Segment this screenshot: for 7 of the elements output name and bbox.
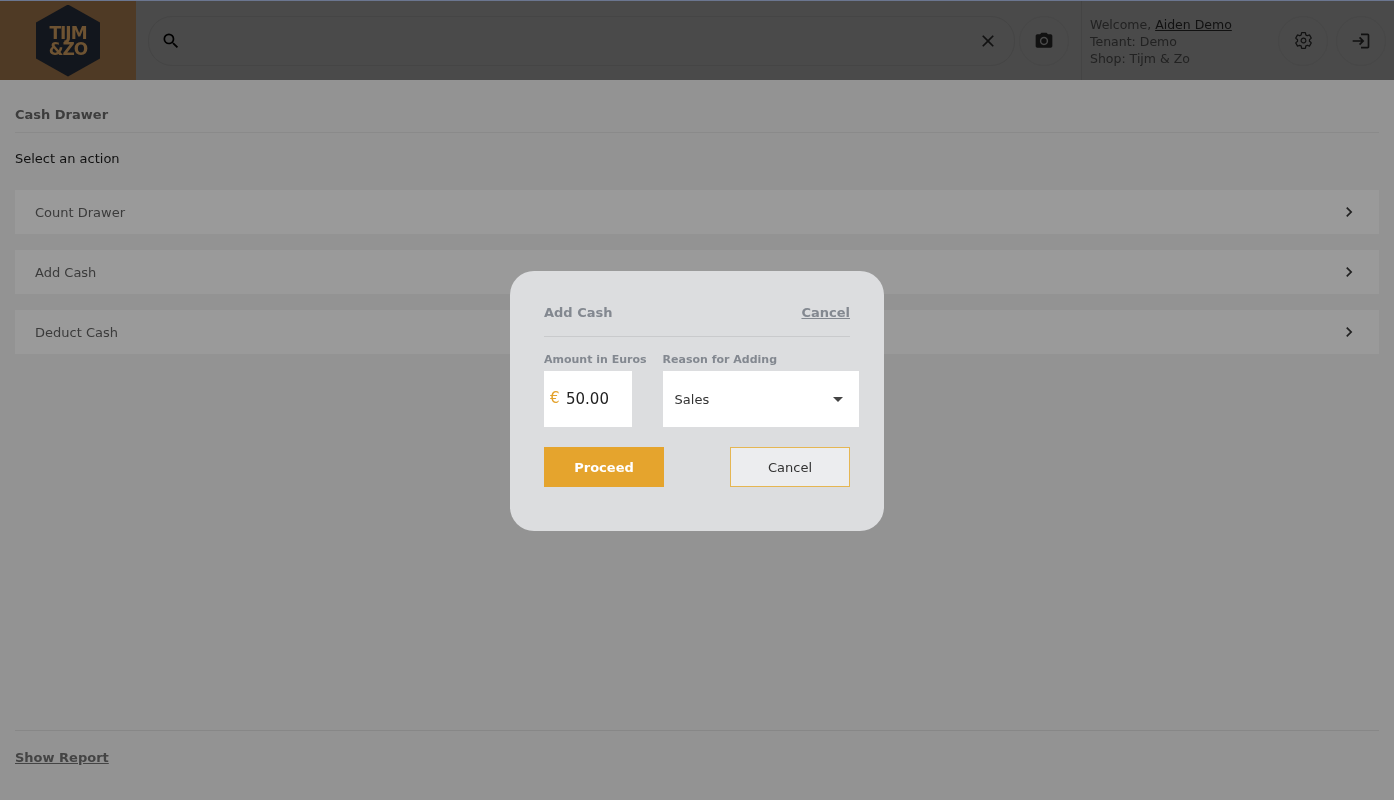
- field-label: Reason for Adding: [662, 353, 779, 366]
- dialog-title: Add Cash: [544, 305, 613, 320]
- section-heading: Select an action: [15, 150, 121, 168]
- logo-text: TIJM: [49, 24, 87, 41]
- currency-symbol: €: [550, 389, 560, 407]
- field-label: Amount in Euros: [544, 353, 647, 366]
- page-title: Cash Drawer: [15, 80, 1379, 133]
